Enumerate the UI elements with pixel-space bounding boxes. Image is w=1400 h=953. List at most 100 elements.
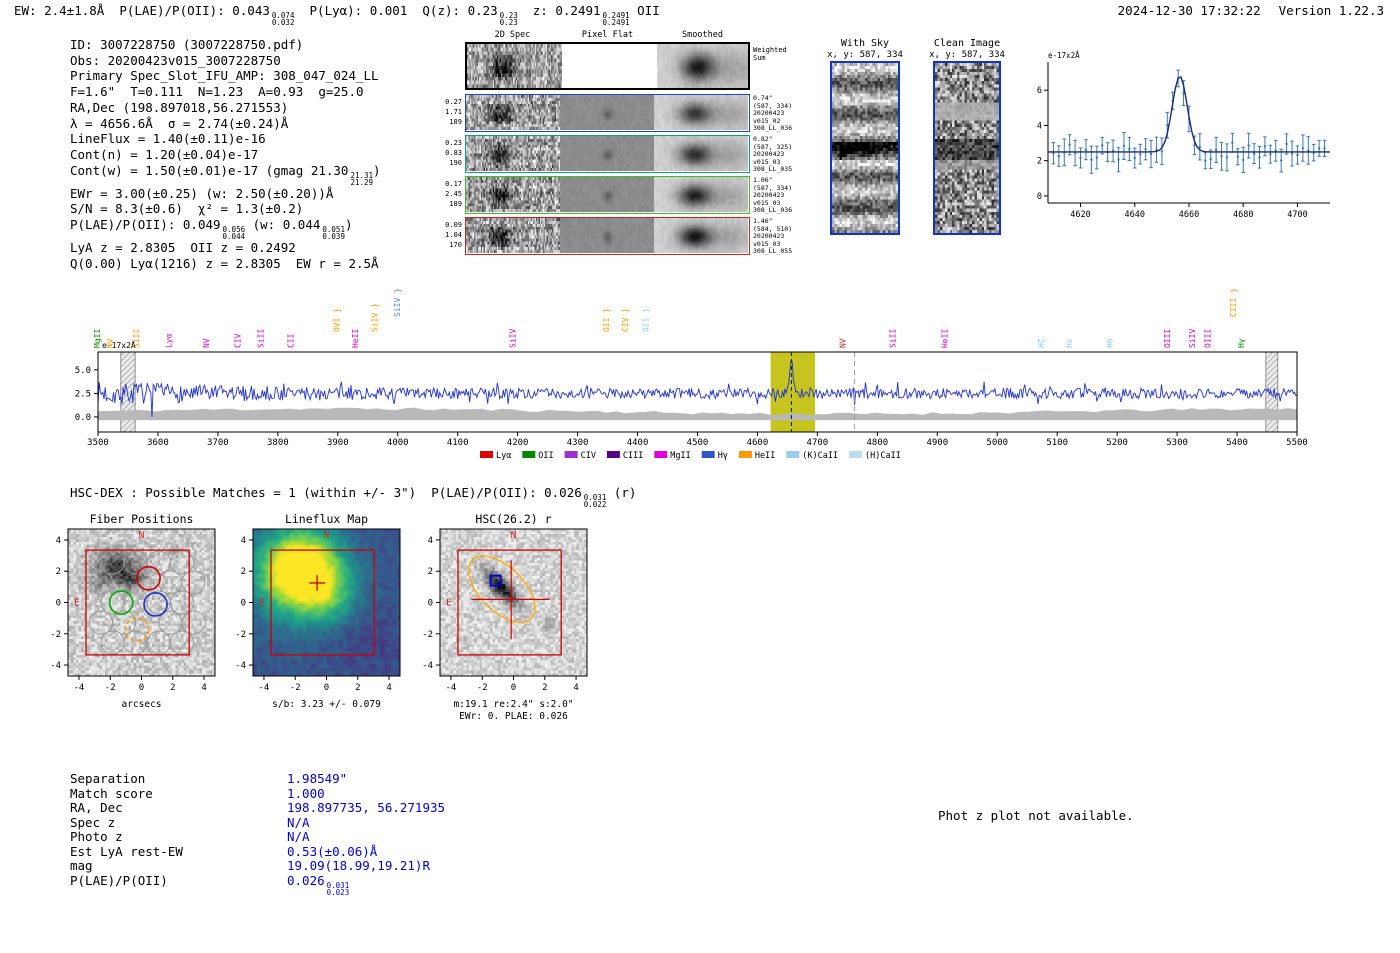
spec2d-col-header: Pixel Flat	[581, 30, 634, 40]
emission-line-label: HeII	[351, 329, 360, 348]
x-tick-label: -4	[259, 683, 270, 693]
emission-line-label: Hγ	[1237, 338, 1246, 348]
spec2d-row-annotation: 0.82" (587, 325) 20200423 v015_03 308_LL_035	[753, 135, 807, 174]
east-label: E	[74, 598, 80, 609]
selected-fiber-red	[136, 565, 161, 591]
y-tick-label: 4	[241, 536, 246, 546]
stat-value: 2.45	[445, 190, 462, 198]
y-tick-label: -2	[422, 630, 433, 640]
emission-line-labels: MgII NV SiII Lyα NV CIV SiII CIIOVI }HeIISiIV }…	[93, 288, 1246, 348]
spec2d-row-stats: 0.27 1.71 189	[443, 97, 462, 127]
x-tick-label: 4600	[747, 438, 769, 448]
spec2d-flat-image	[560, 218, 654, 253]
emission-line-label: OII }	[602, 308, 611, 332]
cutout-frame	[67, 528, 216, 677]
cutout-overlay: -4-4-2-2002244 NE	[50, 528, 216, 693]
stat-value: 0.17	[445, 180, 462, 188]
legend-swatch	[522, 451, 536, 458]
match-table-row: Separation 1.98549"	[70, 771, 445, 787]
info-line: LyA z = 2.8305 OII z = 0.2492	[70, 240, 381, 256]
x-tick-label: 0	[139, 683, 144, 693]
x-tick-label: 4200	[507, 438, 529, 448]
text-segment: z:	[517, 3, 556, 18]
emission-line-label: SiII	[888, 329, 897, 348]
text-segment: P(Lyα): 0.001 Q(z):	[294, 3, 468, 18]
lower-uncertainty: 0.2491	[602, 18, 630, 27]
emission-line-label: SiIV }	[370, 303, 379, 332]
x-tick-label: 3600	[147, 438, 169, 448]
y-tick-label: -2	[50, 630, 61, 640]
spec2d-smoothed-image	[654, 218, 748, 253]
legend-label: Hγ	[718, 451, 728, 461]
spectrum-line	[97, 360, 1298, 417]
legend-swatch	[606, 451, 620, 458]
x-tick-label: -2	[477, 683, 488, 693]
emission-line-label: OVI }	[333, 308, 342, 332]
cutout-xlabel: arcsecs	[121, 699, 162, 710]
with-sky-panel	[830, 61, 900, 235]
stat-value: 0.23	[445, 139, 462, 147]
y-tick-label: 2.5	[75, 389, 91, 399]
match-field-label: Photo z	[70, 829, 123, 844]
emission-line-label: Hδ	[1105, 338, 1114, 348]
x-tick-label: 4620	[1070, 210, 1090, 220]
text-segment: (w:	[245, 217, 283, 233]
with-sky-coords: x, y: 587, 334	[827, 50, 903, 60]
emission-line-label: SiIV	[1188, 329, 1197, 348]
catalog-marker	[489, 574, 502, 587]
lower-uncertainty: 0.032	[271, 18, 295, 27]
y-tick-label: 4	[56, 536, 61, 546]
y-tick-label: 2	[241, 567, 246, 577]
cutout-axes: -4 -4 -2 -2 0 0 2 2 4 4	[235, 536, 392, 693]
stat-value: 0.09	[445, 221, 462, 229]
cutout-overlay: -4-4-2-2002244 NE	[422, 528, 588, 693]
lower-uncertainty: 21.29	[350, 177, 374, 187]
value-segment: 21.30	[310, 162, 349, 178]
uncertainty-stack: 21.31 21.29	[350, 171, 374, 187]
info-line: EWr = 3.00(±0.25) (w: 2.50(±0.20))Å	[70, 186, 381, 202]
legend-label: HeII	[755, 451, 775, 461]
x-axis: 3500 3600 3700 3800 3900 4000 4100 4200 4300 4400…	[87, 432, 1308, 448]
emission-line-label: OIII	[1204, 329, 1213, 348]
uncertainty-stack: 0.23 0.23	[500, 12, 518, 27]
emission-line-label: Hζ	[1037, 338, 1046, 348]
emission-line-label: OII }	[641, 308, 650, 332]
report-version: Version 1.22.3	[1278, 3, 1384, 18]
text-segment: S/N = 8.3(±0.6) χ² = 1.3(±0.2)	[70, 201, 304, 217]
fiber-circle	[158, 570, 183, 595]
compass: NE	[74, 530, 145, 609]
fiber-circle	[100, 550, 125, 575]
spec2d-row	[465, 217, 750, 255]
legend-swatch	[480, 451, 493, 458]
spec2d-row-stats: 0.09 1.04 170	[443, 220, 462, 250]
y-axis: 0.0 2.5 5.0	[75, 366, 98, 423]
legend-swatch	[701, 451, 715, 458]
compass: NE	[259, 530, 330, 609]
y-tick-label: 5.0	[75, 366, 91, 376]
x-tick-label: 4700	[1287, 210, 1307, 220]
unit-label: e-17x2Å	[1048, 51, 1080, 60]
x-tick-label: 4	[201, 683, 206, 693]
legend-swatch	[654, 451, 668, 458]
x-tick-label: 4660	[1179, 210, 1199, 220]
spec2d-row-annotation: 1.46" (584, 510) 20200423 v015_03 308_LL_055	[753, 217, 807, 256]
uncertainty-stack: 0.074 0.032	[271, 12, 295, 27]
match-table-row: Spec z N/A	[70, 815, 445, 831]
y-tick-label: 2	[428, 567, 433, 577]
stat-value: 190	[449, 159, 462, 167]
spec2d-sum-image	[467, 44, 562, 88]
y-tick-label: 0	[1037, 192, 1042, 202]
annotation-line: 308_LL_035	[753, 165, 793, 173]
match-table-row: Est LyA rest-EW 0.53(±0.06)Å	[70, 843, 445, 860]
spec2d-flat-image	[560, 177, 654, 212]
text-segment: Obs: 20200423v015_3007228750	[70, 52, 281, 68]
fiber-circle	[146, 550, 171, 575]
weighted-sum-label: Weighted Sum	[753, 46, 787, 62]
x-tick-label: 4800	[867, 438, 889, 448]
spec2d-row-annotation: 1.06" (587, 334) 20200423 v015_03 308_LL_036	[753, 176, 807, 215]
x-tick-label: 5100	[1046, 438, 1068, 448]
cutout-axes: -4 -4 -2 -2 0 0 2 2 4 4	[422, 536, 579, 693]
cutout-frame	[439, 528, 588, 677]
y-tick-label: -4	[235, 661, 246, 671]
match-field-label: Est LyA rest-EW	[70, 843, 183, 859]
